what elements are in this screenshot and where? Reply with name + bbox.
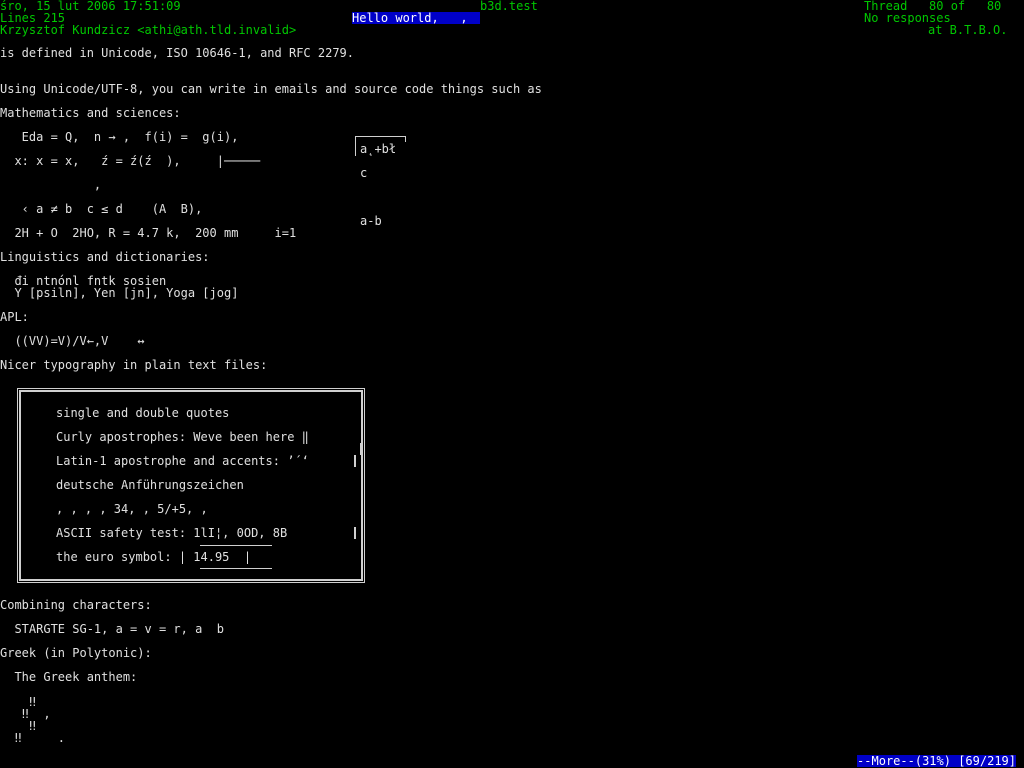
math-line: , <box>0 178 102 192</box>
section-heading-linguistics: Linguistics and dictionaries: <box>0 250 210 264</box>
body-line: is defined in Unicode, ISO 10646-1, and … <box>0 46 355 60</box>
math-line: Eda = Q, n → , f(i) = g(i), <box>0 130 239 144</box>
combining-line: STARGTE SG-1, a = v = r, a b <box>0 622 224 636</box>
box-side-mark <box>354 455 356 467</box>
box-side-mark <box>354 527 356 539</box>
article-title-highlight[interactable]: Hello world, , <box>352 12 480 24</box>
linguistics-line: Y [psiln], Yen [jn], Yoga [jog] <box>0 286 239 300</box>
header-location: at B.T.B.O. <box>928 23 1008 37</box>
header-author: Krzysztof Kundzicz <athi@ath.tld.invalid… <box>0 23 297 37</box>
math-line: ‹ a ≠ b c ≤ d (A B), <box>0 202 203 216</box>
greek-anthem-title: The Greek anthem: <box>0 670 138 684</box>
box-side-mark <box>360 443 362 455</box>
typography-line: ASCII safety test: 1lI¦, 0OD, 8B <box>56 526 288 540</box>
section-heading-greek: Greek (in Polytonic): <box>0 646 152 660</box>
fraction-c: c <box>360 166 368 180</box>
fraction-numerator: a˛+bł <box>360 142 397 156</box>
more-prompt[interactable]: --More--(31%) [69/219] <box>857 755 1016 767</box>
typography-line: , , , , 34, , 5/+5, , <box>56 502 208 516</box>
typography-line: deutsche Anführungszeichen <box>56 478 244 492</box>
body-line: Using Unicode/UTF-8, you can write in em… <box>0 82 542 96</box>
fraction-a-minus-b: a-b <box>360 214 382 228</box>
section-heading-typography: Nicer typography in plain text files: <box>0 358 268 372</box>
section-heading-combining: Combining characters: <box>0 598 152 612</box>
typography-line: Latin-1 apostrophe and accents: ’´‘ <box>56 454 309 468</box>
typography-line: the euro symbol: | 14.95 | <box>56 550 252 564</box>
section-heading-apl: APL: <box>0 310 29 324</box>
underline-rule <box>200 545 272 546</box>
underline-rule <box>200 568 272 569</box>
greek-line: ‼ . <box>0 731 66 745</box>
typography-line: Curly apostrophes: Weve been here ‖ <box>56 430 309 444</box>
header-subject: b3d.test <box>480 0 538 13</box>
math-line: x: x = x, ź = ź(ź ), |───── <box>0 154 261 168</box>
section-heading-math: Mathematics and sciences: <box>0 106 181 120</box>
math-line: 2H + O 2HO, R = 4.7 k, 200 mm i=1 <box>0 226 297 240</box>
apl-line: ((VV)=V)/V←,V ↔ <box>0 334 145 348</box>
typography-line: single and double quotes <box>56 406 230 420</box>
